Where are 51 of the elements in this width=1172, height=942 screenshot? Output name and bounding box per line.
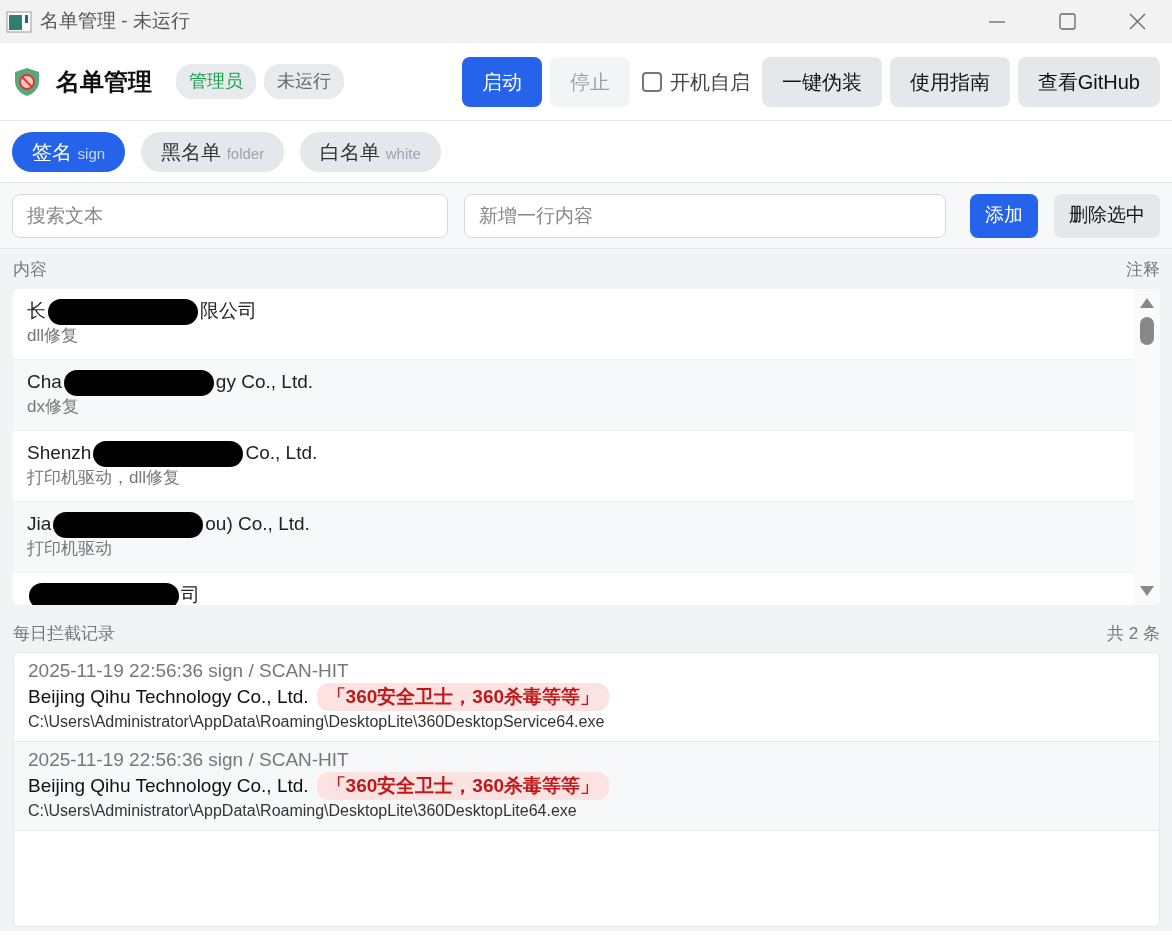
role-badge: 管理员 [176,64,256,99]
log-tag: 「360安全卫士，360杀毒等等」 [316,772,609,800]
maximize-icon [1058,13,1076,30]
column-header: 内容 [13,259,47,281]
log-meta: 2025-11-19 22:56:36 sign / SCAN-HIT [28,659,350,683]
entry-name-fragment: 司 [181,583,200,605]
entry-name-fragment: Shenzh [27,441,92,463]
search-field[interactable]: 搜索文本 [12,193,448,238]
entry-note: dll修复 [27,324,79,347]
scrollbar[interactable] [1133,288,1160,605]
entry-name-fragment: 限公司 [200,299,257,321]
app-title: 名单管理 [56,66,152,97]
scroll-down-icon[interactable] [1138,584,1155,597]
status-badge: 未运行 [264,64,344,99]
autostart-label: 开机自启 [669,69,750,95]
action-button[interactable]: 使用指南 [889,56,1010,107]
minimize-icon [989,20,1005,23]
add-button[interactable]: 添加 [970,193,1038,238]
log-company: Beijing Qihu Technology Co., Ltd. [28,774,309,798]
entry-note: dx修复 [27,395,80,418]
log-path: C:\Users\Administrator\AppData\Roaming\DesktopLite\360DesktopService64.exe [28,712,606,732]
list-tab[interactable]: 黑名单 folder [141,131,285,172]
log-meta: 2025-11-19 22:56:36 sign / SCAN-HIT [28,748,350,772]
entry-note: 打印机驱动 [27,537,113,560]
log-company: Beijing Qihu Technology Co., Ltd. [28,685,309,709]
action-button[interactable]: 查看GitHub [1017,56,1160,107]
entry-name-fragment: Jia [27,512,52,534]
list-tab[interactable]: 签名 sign [12,131,126,172]
autostart-checkbox[interactable] [641,71,662,92]
list-tab[interactable]: 白名单 white [300,131,441,172]
entry-note: 打印机驱动，dll修复 [27,466,181,489]
delete-selected-button[interactable]: 删除选中 [1054,193,1160,238]
entry-name-fragment: Co., Ltd. [245,441,318,463]
start-button[interactable]: 启动 [461,56,542,107]
window-title: 名单管理 - 未运行 [40,9,191,34]
action-button[interactable]: 一键伪装 [761,56,882,107]
shield-icon [14,66,40,97]
column-header: 注释 [1126,259,1160,281]
scroll-up-icon[interactable] [1138,296,1155,309]
entry-name-fragment: ou) Co., Ltd. [205,512,310,534]
close-icon [1128,13,1146,30]
log-tag: 「360安全卫士，360杀毒等等」 [316,683,609,711]
app-icon [6,10,32,33]
section-title: 每日拦截记录 [13,622,115,645]
new-line-field[interactable]: 新增一行内容 [464,193,946,238]
entry-name-fragment: 长 [27,299,46,321]
entry-name-fragment: Cha [27,370,62,392]
log-path: C:\Users\Administrator\AppData\Roaming\DesktopLite\360DesktopLite64.exe [28,801,578,821]
record-count: 共 2 条 [1107,622,1160,645]
entry-name-fragment: gy Co., Ltd. [215,370,314,392]
scroll-thumb[interactable] [1139,316,1154,345]
